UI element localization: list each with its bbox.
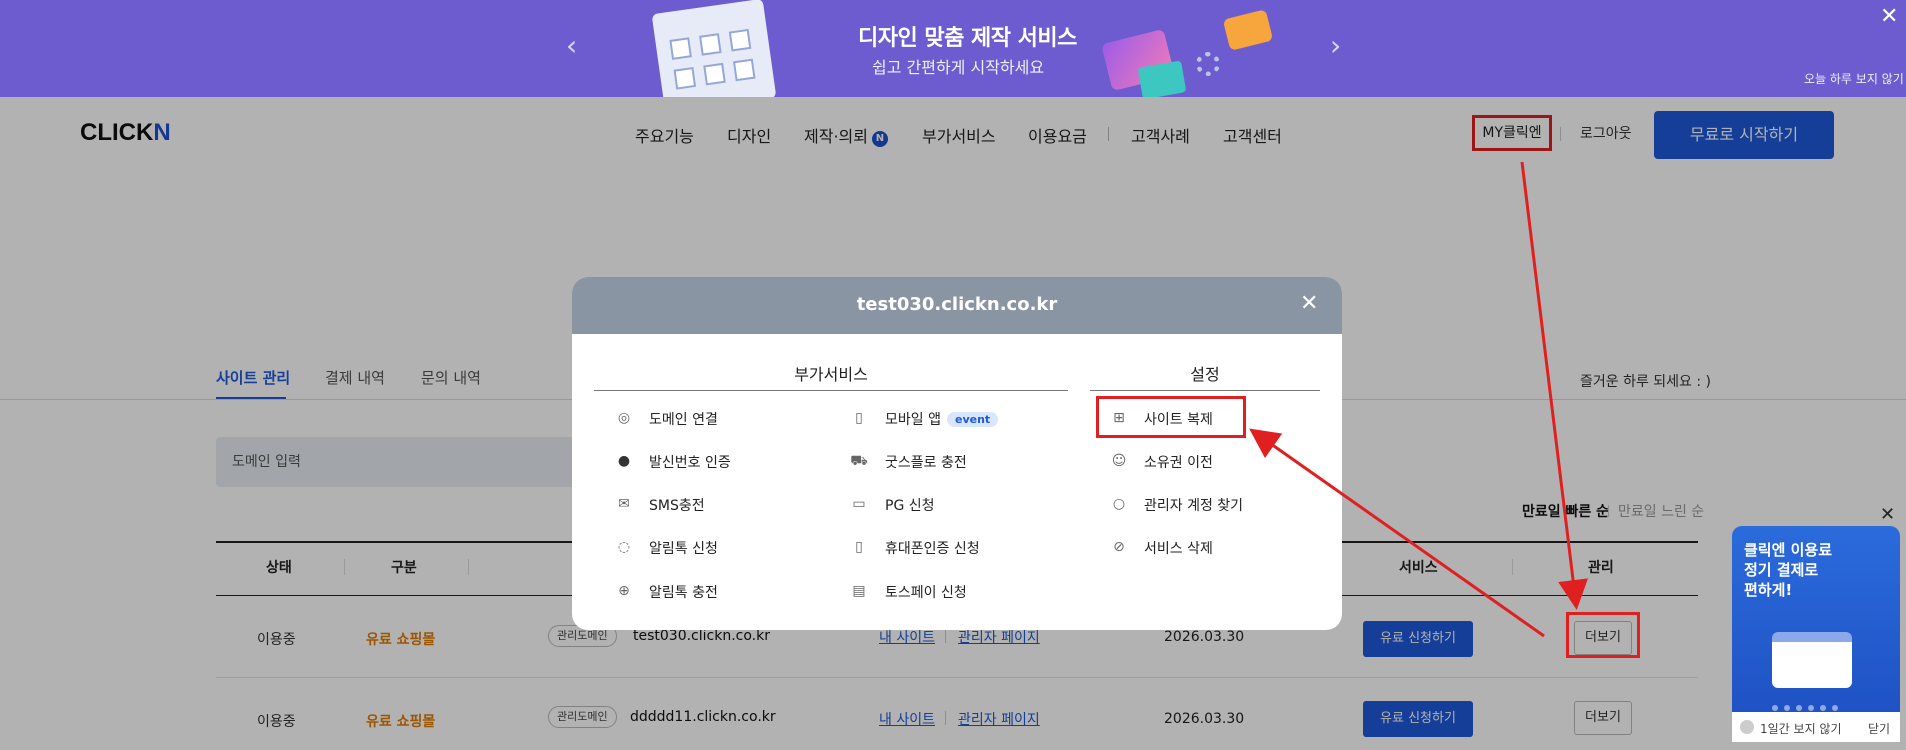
site-copy-highlight: [1096, 396, 1246, 438]
gear-icon: [1196, 52, 1220, 76]
banner-illustration-tag: [1222, 9, 1274, 51]
tosspay-icon: ▤: [852, 583, 866, 599]
banner-prev-icon[interactable]: ‹: [566, 32, 577, 60]
banner-next-icon[interactable]: ›: [1330, 32, 1341, 60]
close-icon[interactable]: ✕: [1300, 291, 1318, 316]
banner-illustration-left: [651, 0, 777, 97]
promo-close-icon[interactable]: ✕: [1880, 504, 1895, 525]
mail-icon: ✉: [618, 496, 630, 512]
promo-carousel-dots[interactable]: [1772, 696, 1868, 711]
ban-icon: ⊘: [1113, 539, 1125, 555]
modal-title: test030.clickn.co.kr: [856, 294, 1058, 315]
menu-sms-charge[interactable]: SMS충전: [649, 495, 705, 515]
menu-goodsflow-charge[interactable]: 굿스플로 충전: [885, 452, 967, 472]
phone-check-icon: ▯: [855, 539, 863, 555]
menu-tosspay-apply[interactable]: 토스페이 신청: [885, 582, 967, 602]
menu-sender-verify[interactable]: 발신번호 인증: [649, 452, 731, 472]
event-badge: event: [946, 412, 999, 427]
banner-subtitle: 쉽고 간편하게 시작하세요: [872, 58, 1045, 77]
banner-hide-today[interactable]: 오늘 하루 보지 않기: [1804, 70, 1904, 87]
menu-alimtalk-charge[interactable]: 알림톡 충전: [649, 582, 718, 602]
promo-headline: 클릭엔 이용료 정기 결제로 편하게!: [1744, 541, 1833, 599]
truck-icon: ⛟: [850, 453, 868, 469]
user-transfer-icon: ☺: [1111, 453, 1127, 469]
promo-footer: 1일간 보지 않기 닫기: [1732, 712, 1900, 742]
chat-plus-icon: ⊕: [618, 583, 630, 599]
promo-popup: 클릭엔 이용료 정기 결제로 편하게! 1일간 보지 않기 닫기: [1732, 526, 1900, 746]
chat-bubble-icon: ◌: [617, 539, 631, 555]
menu-delete-service[interactable]: 서비스 삭제: [1144, 538, 1213, 558]
menu-phone-verify-apply[interactable]: 휴대폰인증 신청: [885, 538, 980, 558]
banner-title: 디자인 맞춤 제작 서비스: [858, 26, 1077, 51]
menu-ownership-transfer[interactable]: 소유권 이전: [1144, 452, 1213, 472]
menu-alimtalk-apply[interactable]: 알림톡 신청: [649, 538, 718, 558]
menu-mobile-app[interactable]: 모바일 앱 event: [885, 409, 999, 429]
calendar-icon: [1772, 632, 1852, 688]
promo-close-button[interactable]: 닫기: [1868, 720, 1890, 737]
menu-domain-connect[interactable]: 도메인 연결: [649, 409, 718, 429]
addons-section-rule: [594, 390, 1068, 391]
verified-check-icon: ●: [617, 453, 631, 469]
promo-card[interactable]: 클릭엔 이용료 정기 결제로 편하게!: [1732, 526, 1900, 712]
addons-section-title: 부가서비스: [794, 365, 868, 384]
search-icon: ○: [1112, 496, 1126, 512]
site-settings-modal: test030.clickn.co.kr ✕ 부가서비스 설정 ◎ 도메인 연결…: [572, 277, 1342, 630]
check-circle-icon[interactable]: [1740, 720, 1754, 734]
more-button-highlight: [1566, 612, 1640, 658]
banner-illustration-photo: [1137, 60, 1187, 97]
card-icon: ▭: [852, 496, 866, 512]
globe-icon: ◎: [617, 410, 631, 426]
promo-dont-show[interactable]: 1일간 보지 않기: [1760, 720, 1842, 737]
settings-section-title: 설정: [1190, 365, 1220, 384]
banner-close-icon[interactable]: ✕: [1880, 4, 1898, 29]
settings-section-rule: [1090, 390, 1320, 391]
mobile-app-icon: ▯: [855, 410, 863, 426]
menu-pg-apply[interactable]: PG 신청: [885, 495, 935, 515]
modal-header: test030.clickn.co.kr ✕: [572, 277, 1342, 334]
top-banner[interactable]: ‹ 디자인 맞춤 제작 서비스 쉽고 간편하게 시작하세요 › ✕ 오늘 하루 …: [0, 0, 1906, 97]
menu-find-admin-account[interactable]: 관리자 계정 찾기: [1144, 495, 1243, 515]
